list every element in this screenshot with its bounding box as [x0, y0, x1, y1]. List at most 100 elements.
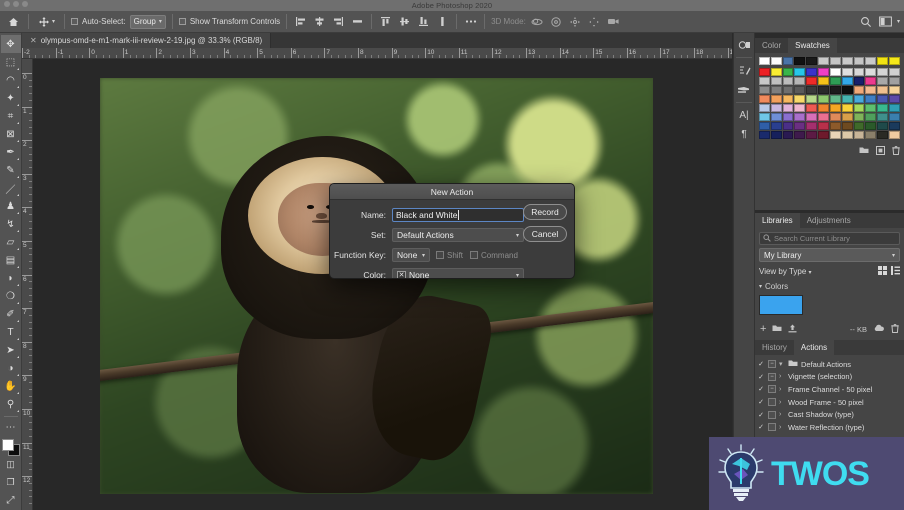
hand-tool[interactable]: ✋: [1, 378, 21, 396]
align-center-h-icon[interactable]: [312, 14, 327, 29]
pan-3d-icon[interactable]: [568, 14, 583, 29]
color-swatch[interactable]: [841, 86, 853, 94]
new-swatch-icon[interactable]: [876, 146, 885, 157]
color-swatch[interactable]: [794, 68, 806, 76]
color-swatch[interactable]: [889, 104, 900, 112]
window-controls[interactable]: [4, 1, 28, 7]
action-toggle-checkbox[interactable]: ✓: [757, 423, 765, 431]
color-swatch[interactable]: [865, 113, 877, 121]
color-swatch[interactable]: [759, 113, 770, 121]
color-swatch[interactable]: [818, 131, 829, 139]
action-toggle-checkbox[interactable]: ✓: [757, 385, 765, 393]
color-swatch[interactable]: [829, 95, 841, 103]
swatches-grid[interactable]: [759, 68, 900, 139]
color-swatch[interactable]: [818, 104, 829, 112]
color-swatch[interactable]: [806, 122, 818, 130]
expand-arrow-icon[interactable]: ›: [779, 386, 785, 393]
shift-checkbox[interactable]: [436, 251, 444, 259]
color-swatch[interactable]: [853, 104, 865, 112]
search-icon[interactable]: [859, 14, 874, 29]
color-swatch[interactable]: [877, 68, 889, 76]
action-row[interactable]: ✓ − › Vignette (selection): [757, 371, 902, 384]
tab-adjustments[interactable]: Adjustments: [799, 213, 858, 228]
color-swatch[interactable]: [841, 104, 853, 112]
action-color-dropdown[interactable]: ✕ None ▾: [392, 268, 524, 278]
rectangular-marquee-tool[interactable]: ⬚: [1, 53, 21, 71]
type-tool[interactable]: T: [1, 324, 21, 342]
color-swatch[interactable]: [877, 77, 889, 85]
cancel-button[interactable]: Cancel: [523, 226, 567, 242]
screen-mode-icon[interactable]: ❐: [1, 474, 21, 492]
color-swatch[interactable]: [841, 68, 853, 76]
align-middle-v-icon[interactable]: [397, 14, 412, 29]
color-swatch[interactable]: [841, 113, 853, 121]
pen-tool[interactable]: ✐: [1, 305, 21, 323]
add-content-icon[interactable]: +: [760, 323, 766, 335]
list-view-icon[interactable]: [891, 266, 900, 277]
action-dialog-toggle[interactable]: −: [768, 385, 776, 394]
color-swatch[interactable]: [877, 104, 889, 112]
library-selector-dropdown[interactable]: My Library ▾: [759, 248, 900, 262]
close-window-button[interactable]: [4, 1, 10, 7]
spot-healing-brush-tool[interactable]: ✎: [1, 161, 21, 179]
color-swatch[interactable]: [841, 122, 853, 130]
recent-swatch[interactable]: [806, 57, 818, 65]
more-options-icon[interactable]: [463, 14, 478, 29]
tools-panel[interactable]: ✥ ⬚ ◠ ✦ ⌗ ⊠ ✒ ✎ ／ ♟ ↯ ▱ ▤ ◗ ❍ ✐ T ➤ ◑ ✋ ⚲ ⋯ ◫ ❐ ⤢: [0, 33, 22, 510]
color-swatch[interactable]: [889, 86, 900, 94]
color-swatch[interactable]: [770, 95, 782, 103]
color-picker-rail-icon[interactable]: [734, 36, 754, 53]
color-swatch[interactable]: [806, 104, 818, 112]
delete-swatch-icon[interactable]: [892, 146, 900, 157]
zoom-tool[interactable]: ⚲: [1, 396, 21, 414]
cloud-sync-icon[interactable]: [873, 324, 885, 334]
align-right-icon[interactable]: [331, 14, 346, 29]
color-swatch[interactable]: [877, 95, 889, 103]
recent-swatch[interactable]: [782, 57, 794, 65]
color-swatch[interactable]: [794, 122, 806, 130]
color-swatch[interactable]: [829, 86, 841, 94]
color-swatch[interactable]: [782, 95, 794, 103]
record-button[interactable]: Record: [523, 204, 567, 220]
distribute-h-icon[interactable]: [350, 14, 365, 29]
blur-tool[interactable]: ◗: [1, 269, 21, 287]
color-swatch[interactable]: [841, 95, 853, 103]
color-swatch[interactable]: [818, 113, 829, 121]
color-swatch[interactable]: [889, 95, 900, 103]
color-swatch[interactable]: [794, 131, 806, 139]
command-checkbox[interactable]: [470, 251, 479, 259]
color-swatch[interactable]: [889, 77, 900, 85]
color-swatch[interactable]: [806, 77, 818, 85]
chevron-down-icon[interactable]: ▾: [52, 18, 55, 25]
document-image[interactable]: [100, 78, 653, 494]
recent-swatch[interactable]: [770, 57, 782, 65]
color-swatch[interactable]: [759, 104, 770, 112]
show-transform-controls-checkbox[interactable]: [178, 18, 186, 25]
path-selection-tool[interactable]: ➤: [1, 342, 21, 360]
color-swatch[interactable]: [865, 131, 877, 139]
color-swatch[interactable]: [889, 68, 900, 76]
color-swatch[interactable]: [841, 77, 853, 85]
color-swatch[interactable]: [794, 77, 806, 85]
color-swatch[interactable]: [759, 95, 770, 103]
action-name-input[interactable]: Black and White: [392, 208, 524, 222]
color-swatch[interactable]: [770, 131, 782, 139]
align-bottom-icon[interactable]: [416, 14, 431, 29]
camera-3d-icon[interactable]: [606, 14, 621, 29]
color-swatch[interactable]: [782, 68, 794, 76]
expand-arrow-icon[interactable]: ▾: [779, 360, 785, 368]
color-swatch[interactable]: [782, 86, 794, 94]
color-swatch[interactable]: [853, 95, 865, 103]
color-swatch[interactable]: [806, 95, 818, 103]
color-swatch[interactable]: [782, 122, 794, 130]
expand-arrow-icon[interactable]: ›: [779, 373, 785, 380]
libraries-footer[interactable]: + -- KB: [755, 323, 904, 337]
recent-swatch[interactable]: [877, 57, 889, 65]
color-swatch[interactable]: [818, 122, 829, 130]
color-swatch[interactable]: [877, 122, 889, 130]
new-action-dialog[interactable]: New Action Name: Black and White Set: De…: [329, 183, 575, 279]
workspace-icon[interactable]: [878, 14, 893, 29]
action-dialog-toggle[interactable]: −: [768, 360, 776, 369]
canvas-area[interactable]: [33, 59, 732, 510]
color-swatch[interactable]: [770, 86, 782, 94]
